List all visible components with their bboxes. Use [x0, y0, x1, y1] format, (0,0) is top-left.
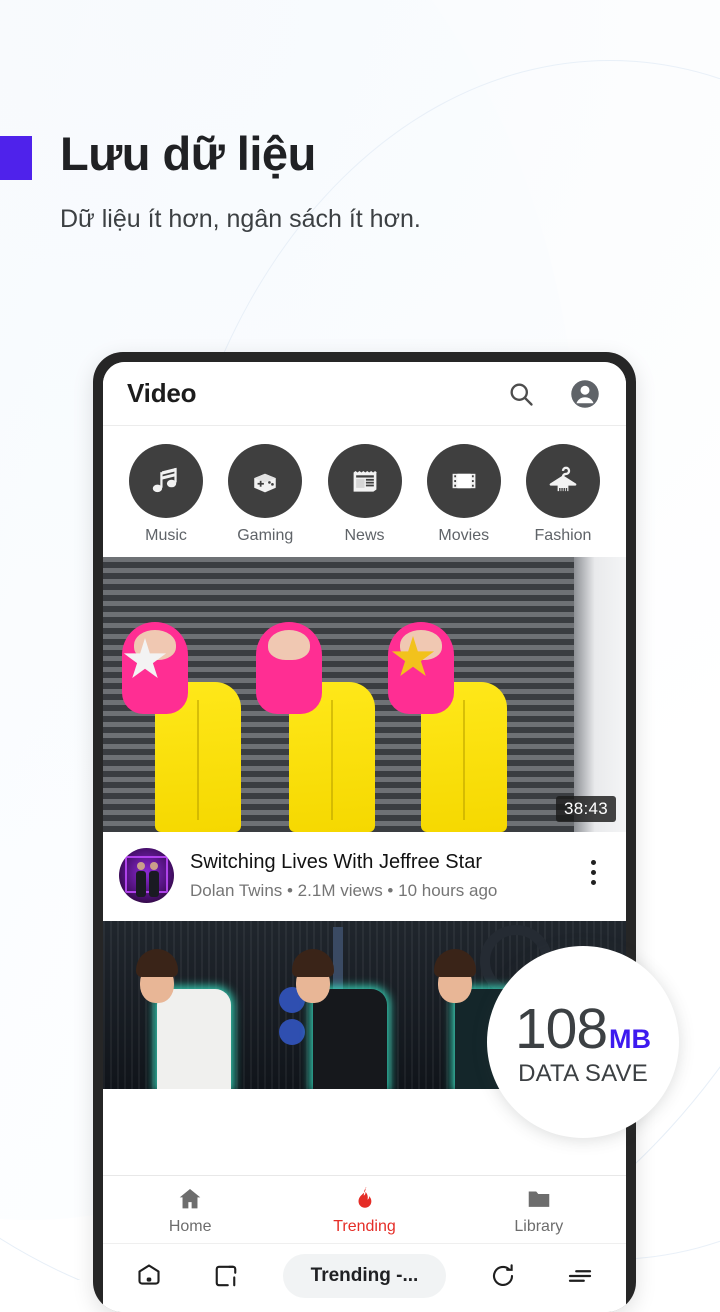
phone-mockup: Video Music Gaming News Movies Fashion 3… — [93, 352, 636, 1312]
category-row: Music Gaming News Movies Fashion — [103, 426, 626, 557]
page-subtitle: Dữ liệu ít hơn, ngân sách ít hơn. — [60, 204, 421, 233]
nav-item-trending[interactable]: Trending — [277, 1185, 451, 1236]
reload-icon[interactable] — [483, 1256, 523, 1296]
video-meta-row-1: Switching Lives With Jeffree Star Dolan … — [103, 832, 626, 921]
category-item-news[interactable]: News — [320, 444, 410, 545]
category-label: Gaming — [237, 527, 294, 544]
category-label: Movies — [438, 527, 490, 544]
music-note-icon — [129, 444, 203, 518]
url-bar[interactable]: Trending -... — [282, 1254, 447, 1298]
channel-avatar[interactable] — [119, 848, 174, 903]
clothes-hanger-icon — [526, 444, 600, 518]
category-label: Fashion — [534, 527, 592, 544]
video-duration-badge: 38:43 — [555, 796, 616, 822]
nav-label: Home — [168, 1218, 212, 1235]
data-save-caption: DATA SAVE — [518, 1060, 648, 1087]
category-item-fashion[interactable]: Fashion — [518, 444, 608, 545]
promo-text-block: Lưu dữ liệu Dữ liệu ít hơn, ngân sách ít… — [0, 127, 720, 234]
more-options-icon[interactable] — [576, 848, 610, 885]
flame-icon — [359, 1187, 372, 1208]
category-item-movies[interactable]: Movies — [419, 444, 509, 545]
app-header-actions — [504, 377, 602, 411]
gamepad-icon — [228, 444, 303, 518]
nav-item-library[interactable]: Library — [452, 1185, 626, 1236]
category-label: News — [344, 527, 385, 544]
page-title: Lưu dữ liệu — [60, 127, 316, 180]
folder-icon — [528, 1191, 550, 1207]
video-thumbnail-1[interactable]: 38:43 — [103, 557, 626, 832]
video-title[interactable]: Switching Lives With Jeffree Star — [190, 850, 576, 875]
account-icon[interactable] — [568, 377, 602, 411]
category-label: Music — [145, 527, 187, 544]
home-icon — [179, 1188, 201, 1209]
browser-toolbar: Trending -... — [103, 1243, 626, 1312]
video-subtitle: Dolan Twins • 2.1M views • 10 hours ago — [190, 881, 498, 900]
accent-square — [0, 136, 32, 180]
nav-label: Trending — [333, 1218, 396, 1235]
data-save-unit: MB — [609, 1024, 652, 1054]
category-item-gaming[interactable]: Gaming — [220, 444, 310, 545]
film-strip-icon — [426, 444, 501, 518]
data-save-badge: 108 MB DATA SAVE — [487, 946, 679, 1138]
nav-item-home[interactable]: Home — [103, 1185, 277, 1236]
nav-label: Library — [514, 1218, 564, 1235]
app-title: Video — [127, 378, 197, 408]
menu-icon[interactable] — [560, 1256, 600, 1296]
data-save-amount: 108 MB — [515, 996, 651, 1062]
newspaper-icon — [327, 444, 402, 518]
tab-switcher-icon[interactable] — [206, 1256, 246, 1296]
category-item-music[interactable]: Music — [121, 444, 211, 545]
video-meta-text: Switching Lives With Jeffree Star Dolan … — [174, 848, 576, 901]
data-save-value: 108 — [514, 997, 608, 1061]
app-header: Video — [103, 362, 626, 426]
phone-screen: Video Music Gaming News Movies Fashion 3… — [103, 362, 626, 1312]
medicine-ball — [279, 1019, 305, 1045]
home-outline-icon[interactable] — [129, 1256, 169, 1296]
search-icon[interactable] — [504, 377, 538, 411]
app-bottom-nav: Home Trending Library — [103, 1175, 626, 1243]
